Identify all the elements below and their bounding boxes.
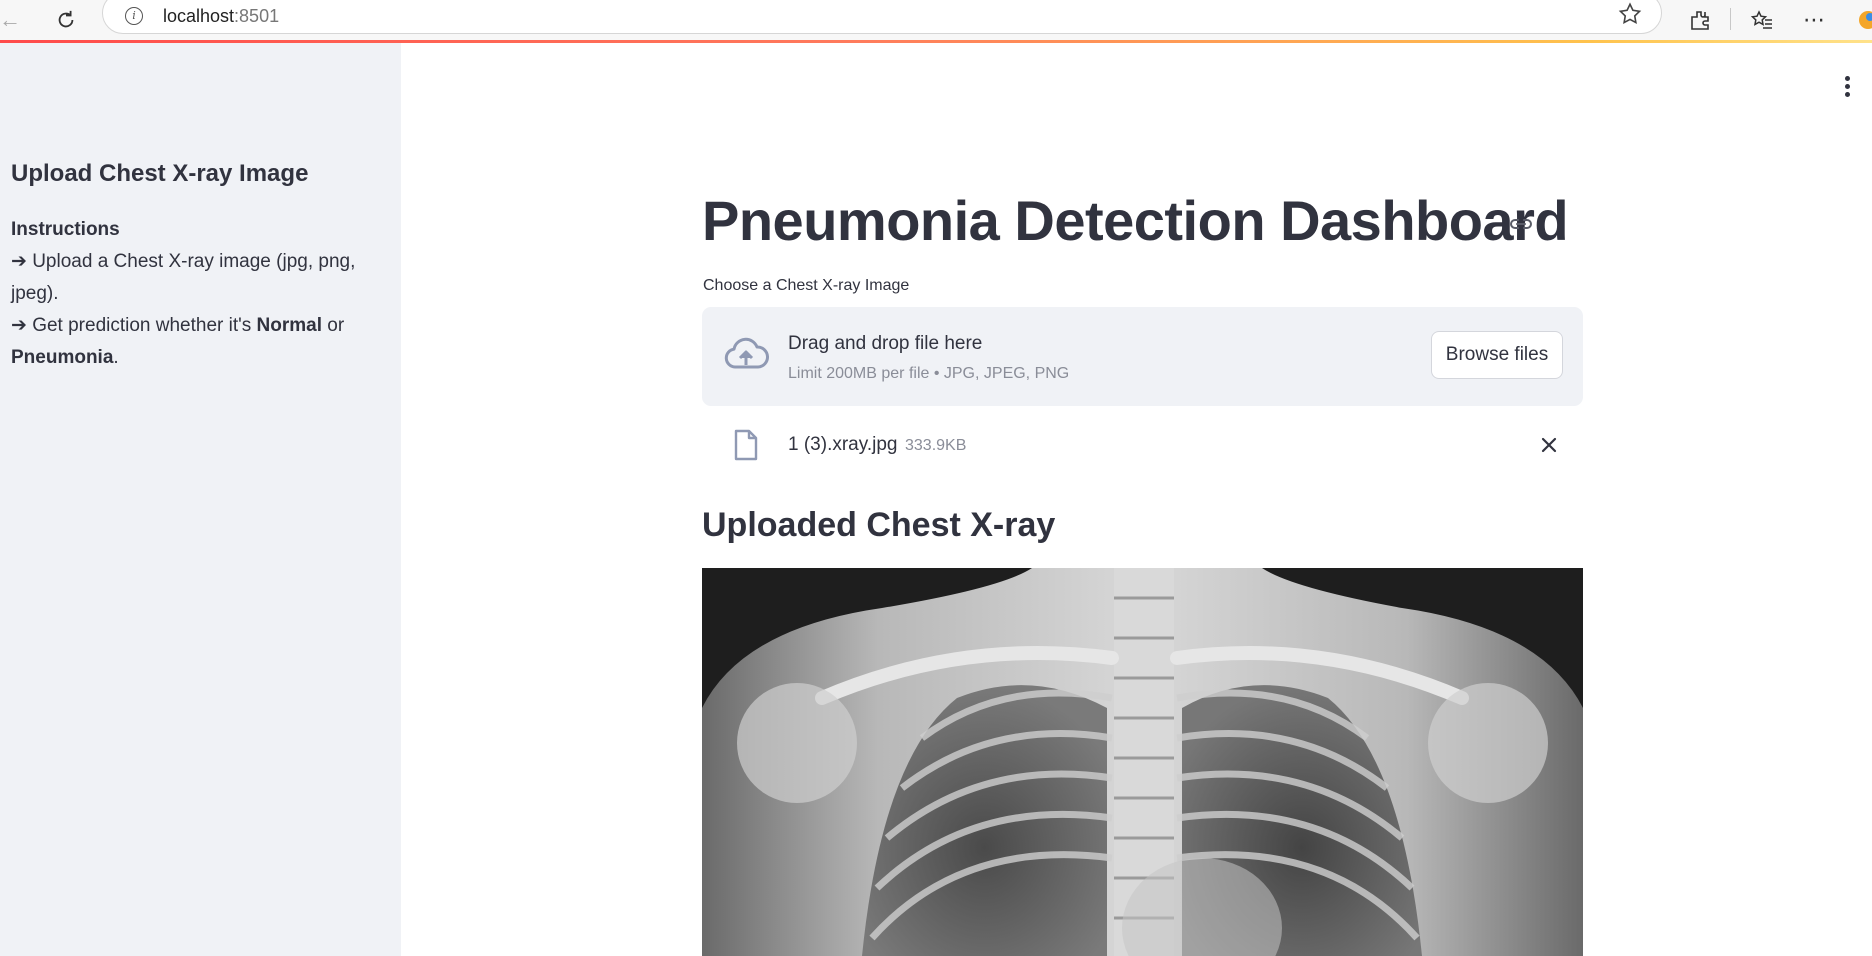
url-text: localhost:8501 — [163, 6, 279, 27]
remove-file-icon[interactable] — [1539, 435, 1559, 455]
uploaded-file-name: 1 (3).xray.jpg — [788, 434, 898, 455]
site-info-icon[interactable]: i — [125, 7, 143, 25]
favorite-star-icon[interactable] — [1617, 1, 1643, 27]
chest-xray-image — [702, 568, 1583, 956]
sidebar-instructions: Instructions ➔ Upload a Chest X-ray imag… — [11, 214, 371, 374]
uploaded-file-size: 333.9KB — [905, 437, 967, 454]
toolbar-divider — [1730, 8, 1731, 30]
page-title: Pneumonia Detection Dashboard — [702, 189, 1569, 252]
instructions-heading: Instructions — [11, 219, 120, 240]
uploaded-file-row: 1 (3).xray.jpg 333.9KB — [702, 420, 1583, 470]
cloud-upload-icon — [722, 335, 770, 375]
instruction-or: or — [322, 315, 345, 336]
label-pneumonia: Pneumonia — [11, 347, 114, 368]
back-icon[interactable]: ← — [0, 4, 26, 36]
instruction-line-upload: ➔ Upload a Chest X-ray image (jpg, png, … — [11, 251, 356, 304]
extensions-icon[interactable] — [1684, 4, 1716, 36]
sidebar: Upload Chest X-ray Image Instructions ➔ … — [0, 43, 401, 956]
browser-toolbar: ← i localhost:8501 ⋯ — [0, 0, 1872, 40]
sidebar-title: Upload Chest X-ray Image — [11, 160, 309, 187]
file-icon — [732, 429, 760, 461]
dropzone-title: Drag and drop file here — [788, 333, 983, 354]
instruction-prefix: ➔ Get prediction whether it's — [11, 315, 257, 336]
address-bar[interactable]: i localhost:8501 — [102, 0, 1662, 34]
file-dropzone[interactable]: Drag and drop file here Limit 200MB per … — [702, 307, 1583, 406]
reload-icon[interactable] — [50, 4, 82, 36]
instruction-end: . — [113, 347, 119, 368]
uploaded-image-heading: Uploaded Chest X-ray — [702, 506, 1056, 544]
main-menu-icon[interactable] — [1842, 76, 1852, 102]
favorites-icon[interactable] — [1746, 4, 1778, 36]
anchor-link-icon[interactable] — [1508, 214, 1534, 234]
url-port: :8501 — [234, 6, 280, 26]
url-host: localhost — [163, 6, 235, 26]
more-options-icon[interactable]: ⋯ — [1798, 4, 1830, 36]
dropzone-limit: Limit 200MB per file • JPG, JPEG, PNG — [788, 365, 1070, 382]
uploader-label: Choose a Chest X-ray Image — [703, 277, 910, 294]
copilot-icon[interactable] — [1856, 4, 1872, 36]
instruction-line-prediction: ➔ Get prediction whether it's Normal or … — [11, 310, 371, 374]
browse-files-button[interactable]: Browse files — [1431, 331, 1563, 379]
label-normal: Normal — [256, 315, 323, 336]
